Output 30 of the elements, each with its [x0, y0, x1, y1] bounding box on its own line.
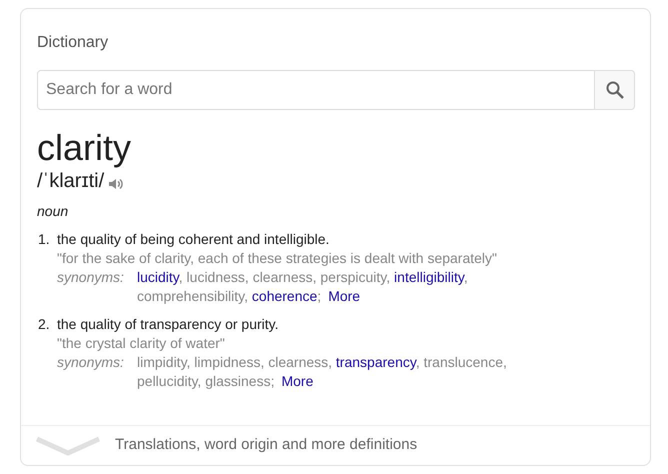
synonym-link[interactable]: coherence — [252, 288, 318, 304]
headword: clarity — [37, 128, 132, 168]
synonyms-label: synonyms: — [57, 353, 125, 372]
synonym-link[interactable]: lucidity — [137, 269, 179, 285]
search-field[interactable]: Search for a word — [37, 70, 595, 110]
example-sentence: "for the sake of clarity, each of these strategies is dealt with separately" — [57, 249, 498, 268]
part-of-speech: noun — [37, 202, 70, 220]
sense-number: 2. — [37, 315, 51, 334]
speaker-icon[interactable] — [108, 177, 124, 191]
synonym-text: ; — [317, 288, 322, 304]
search-button[interactable] — [595, 70, 635, 110]
synonym-text: , translucence, — [416, 354, 507, 370]
definition: the quality of being coherent and intelligible. — [57, 230, 330, 249]
synonyms-label: synonyms: — [57, 268, 125, 287]
synonym-text: , — [464, 269, 468, 285]
card-title: Dictionary — [37, 33, 110, 53]
example-sentence: "the crystal clarity of water" — [57, 334, 226, 353]
pronunciation: /ˈklarɪti/ — [37, 169, 104, 194]
synonym-text: limpidity, limpidness, clearness, — [137, 354, 334, 370]
synonym-text: , lucidness, clearness, perspicuity, — [178, 269, 392, 285]
synonym-text: comprehensibility, — [137, 288, 250, 304]
sense-number: 1. — [37, 230, 51, 249]
synonym-text: pellucidity, glassiness; — [137, 373, 274, 389]
search-icon — [604, 80, 624, 100]
more-link[interactable]: More — [328, 288, 360, 304]
synonym-link[interactable]: intelligibility — [394, 269, 464, 285]
more-definitions-link[interactable]: Translations, word origin and more definitions — [115, 434, 418, 457]
synonym-link[interactable]: transparency — [336, 354, 416, 370]
definition: the quality of transparency or purity. — [57, 315, 280, 334]
more-link[interactable]: More — [281, 373, 314, 389]
